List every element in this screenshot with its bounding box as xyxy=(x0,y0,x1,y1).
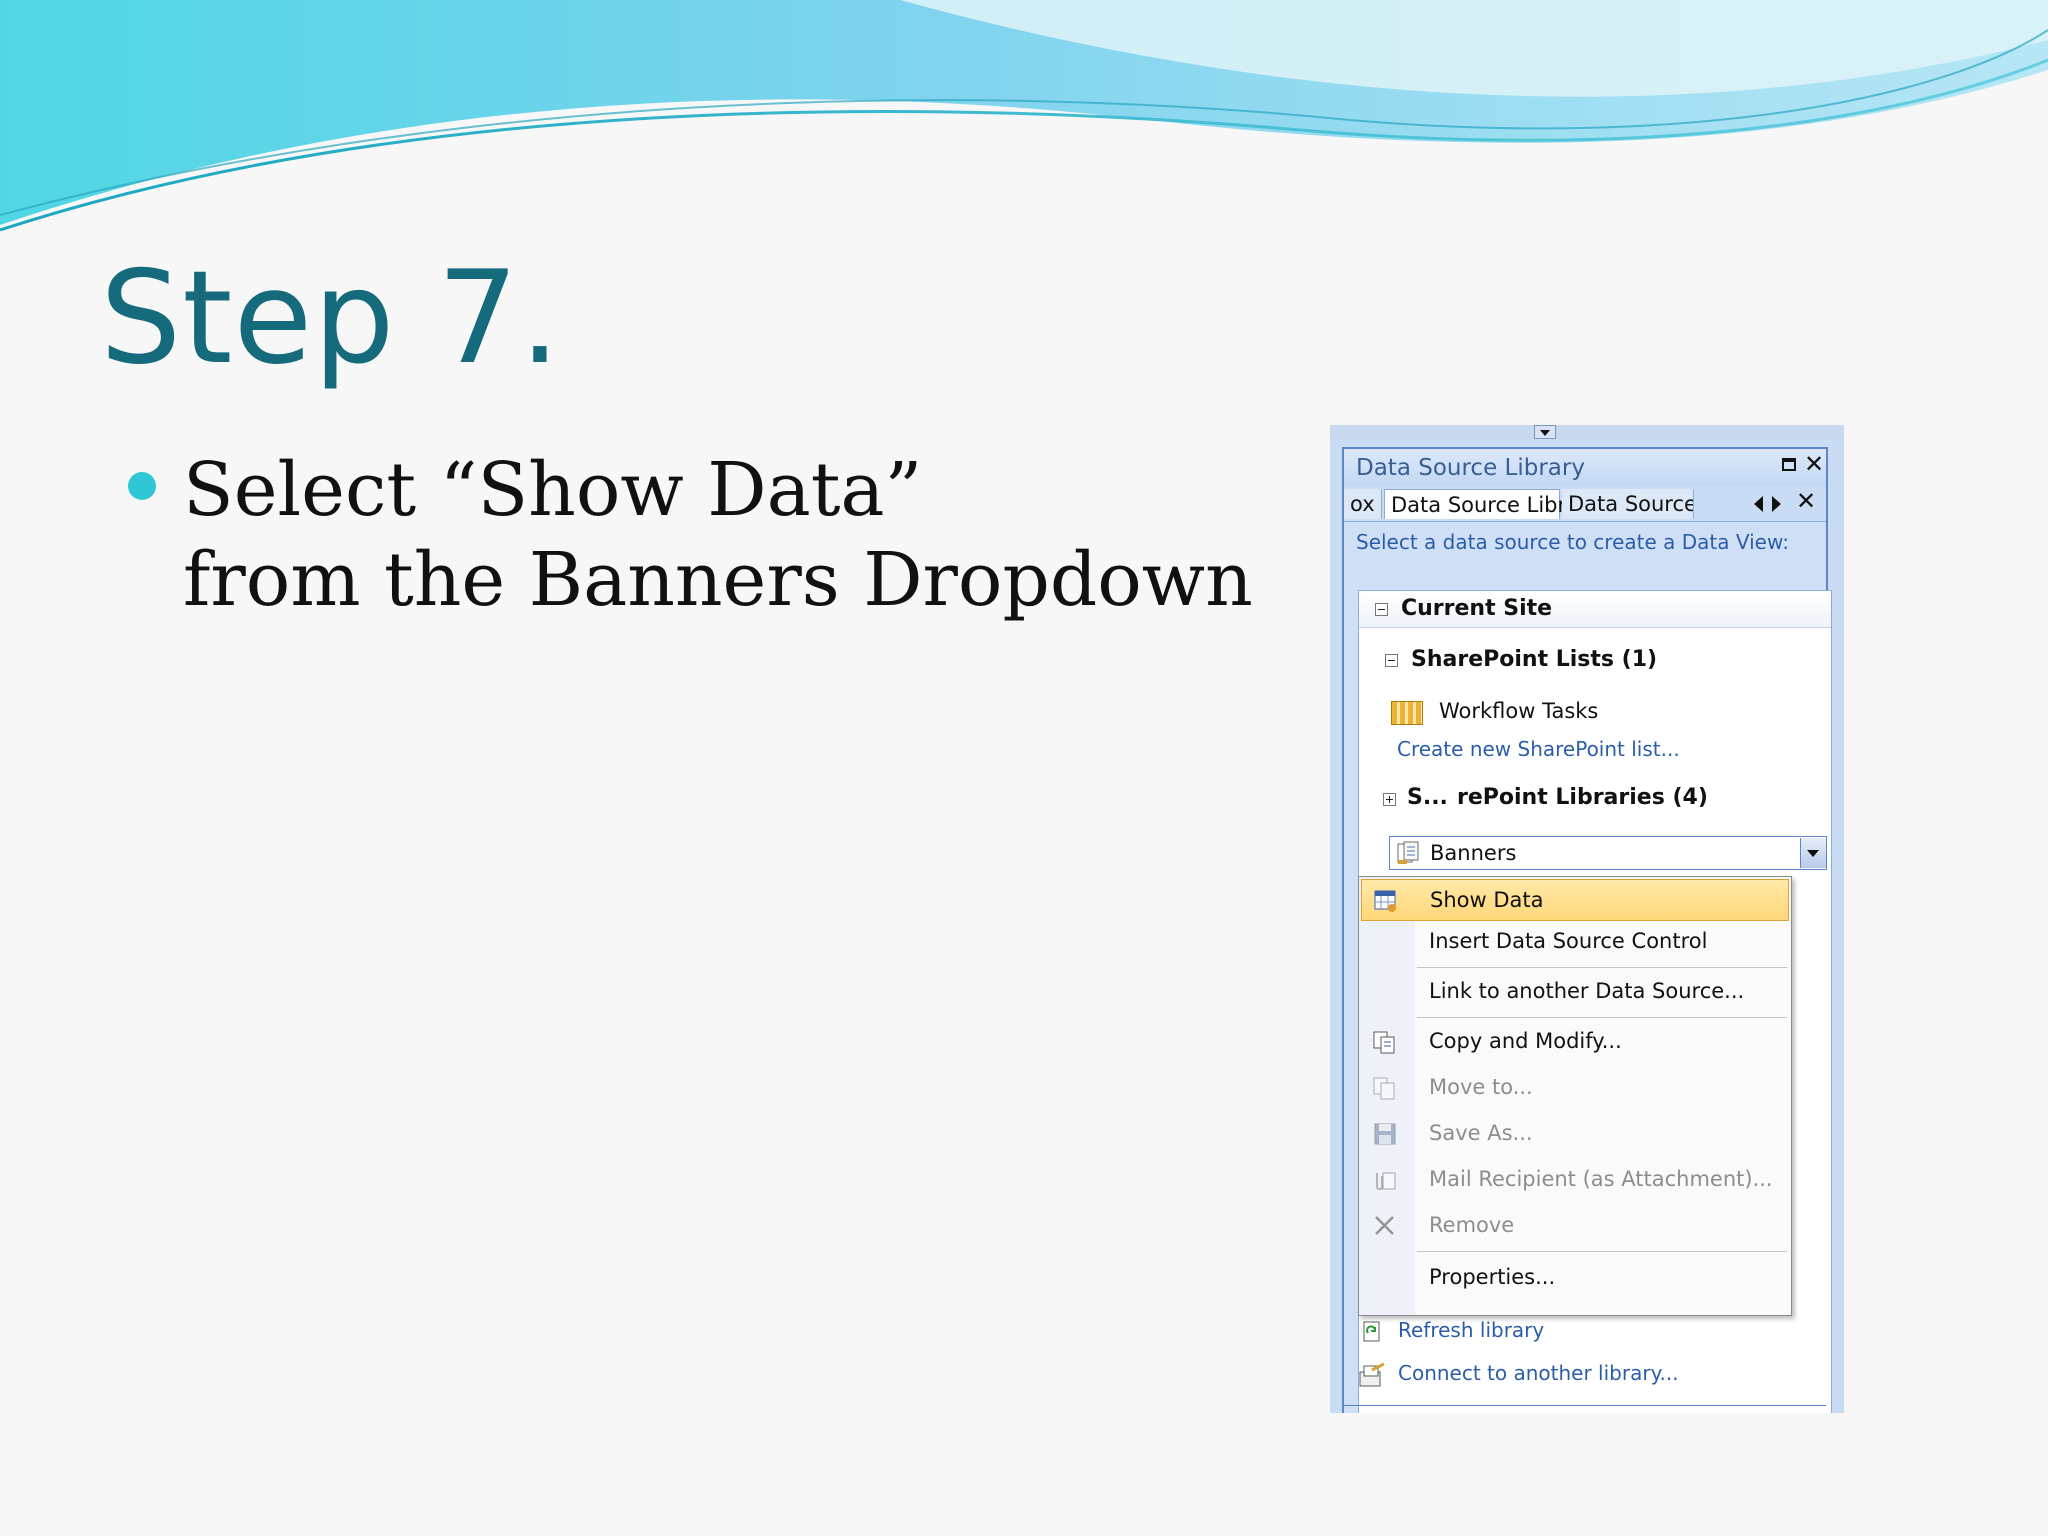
menu-item-label: Link to another Data Source... xyxy=(1429,979,1744,1003)
tab-close-icon[interactable]: ✕ xyxy=(1796,489,1816,513)
dropdown-arrow-icon[interactable] xyxy=(1800,838,1826,868)
list-icon xyxy=(1391,701,1423,725)
library-document-icon xyxy=(1396,840,1422,866)
menu-separator xyxy=(1417,1251,1787,1252)
menu-item-label: Copy and Modify... xyxy=(1429,1029,1622,1053)
bullet-dot xyxy=(128,472,156,500)
slide-title: Step 7. xyxy=(100,255,561,383)
menu-item-label: Move to... xyxy=(1429,1075,1533,1099)
toolbar-strip xyxy=(1330,425,1844,439)
save-icon xyxy=(1371,1121,1399,1147)
menu-item-copy-and-modify[interactable]: Copy and Modify... xyxy=(1361,1021,1789,1063)
menu-item-mail-recipient[interactable]: Mail Recipient (as Attachment)... xyxy=(1361,1159,1789,1201)
move-icon xyxy=(1371,1075,1399,1101)
maximize-icon[interactable] xyxy=(1782,458,1796,471)
banners-context-menu: Show Data Insert Data Source Control Lin… xyxy=(1358,876,1792,1316)
menu-item-remove[interactable]: Remove xyxy=(1361,1205,1789,1247)
refresh-library-link[interactable]: Refresh library xyxy=(1398,1318,1544,1342)
menu-item-label: Mail Recipient (as Attachment)... xyxy=(1429,1167,1773,1191)
mail-attachment-icon xyxy=(1371,1167,1399,1193)
current-site-label: Current Site xyxy=(1401,596,1552,621)
data-source-library-screenshot: Data Source Library ✕ ox Data Source Lib… xyxy=(1330,425,1844,1413)
tab-scroll-left-icon[interactable] xyxy=(1754,496,1763,512)
collapse-lists-icon[interactable] xyxy=(1385,654,1398,667)
banners-dropdown[interactable]: Banners xyxy=(1389,836,1827,870)
tab-data-source-details[interactable]: Data Source xyxy=(1562,489,1694,519)
collapse-icon[interactable] xyxy=(1375,603,1388,616)
current-site-header[interactable]: Current Site xyxy=(1359,591,1831,628)
show-data-icon xyxy=(1372,888,1400,914)
instruction-text: Select a data source to create a Data Vi… xyxy=(1356,530,1789,554)
pane-bottom-border xyxy=(1344,1405,1826,1406)
bullet-text: Select “Show Data” from the Banners Drop… xyxy=(183,445,1253,625)
connect-library-link[interactable]: Connect to another library... xyxy=(1398,1361,1679,1385)
menu-item-label: Insert Data Source Control xyxy=(1429,929,1707,953)
task-pane-title: Data Source Library xyxy=(1356,455,1585,481)
menu-item-label: Save As... xyxy=(1429,1121,1533,1145)
menu-item-label: Show Data xyxy=(1430,888,1543,912)
workflow-tasks-item[interactable]: Workflow Tasks xyxy=(1439,699,1598,723)
create-list-link[interactable]: Create new SharePoint list... xyxy=(1397,737,1680,761)
close-icon[interactable]: ✕ xyxy=(1804,452,1824,476)
tab-toolbox[interactable]: ox xyxy=(1344,489,1382,519)
tab-scroll-right-icon[interactable] xyxy=(1772,496,1781,512)
toolbar-dropdown-button[interactable] xyxy=(1534,425,1556,439)
libraries-label-right[interactable]: rePoint Libraries (4) xyxy=(1457,785,1708,810)
menu-item-move-to[interactable]: Move to... xyxy=(1361,1067,1789,1109)
menu-item-properties[interactable]: Properties... xyxy=(1361,1257,1789,1299)
refresh-library-icon xyxy=(1360,1319,1384,1343)
task-pane-header: Data Source Library ✕ xyxy=(1344,449,1826,487)
menu-item-label: Remove xyxy=(1429,1213,1514,1237)
banners-dropdown-value: Banners xyxy=(1430,841,1516,865)
tab-data-source-library[interactable]: Data Source Library xyxy=(1384,489,1560,519)
menu-separator xyxy=(1417,1017,1787,1018)
copy-icon xyxy=(1371,1029,1399,1055)
menu-item-link-data-source[interactable]: Link to another Data Source... xyxy=(1361,971,1789,1013)
bullet-line-2: from the Banners Dropdown xyxy=(183,535,1253,625)
menu-separator xyxy=(1417,967,1787,968)
menu-item-label: Properties... xyxy=(1429,1265,1555,1289)
sharepoint-lists-label[interactable]: SharePoint Lists (1) xyxy=(1411,647,1657,672)
libraries-label-left[interactable]: S... xyxy=(1407,785,1448,810)
header-waves xyxy=(0,0,2048,240)
menu-item-insert-data-source-control[interactable]: Insert Data Source Control xyxy=(1361,921,1789,963)
remove-icon xyxy=(1371,1213,1399,1239)
bullet-line-1: Select “Show Data” xyxy=(183,445,1253,535)
menu-item-save-as[interactable]: Save As... xyxy=(1361,1113,1789,1155)
connect-library-icon xyxy=(1358,1362,1386,1388)
expand-libraries-icon[interactable] xyxy=(1383,793,1396,806)
menu-item-show-data[interactable]: Show Data xyxy=(1361,879,1789,921)
task-pane-tabs: ox Data Source Library Data Source ✕ xyxy=(1344,487,1826,522)
